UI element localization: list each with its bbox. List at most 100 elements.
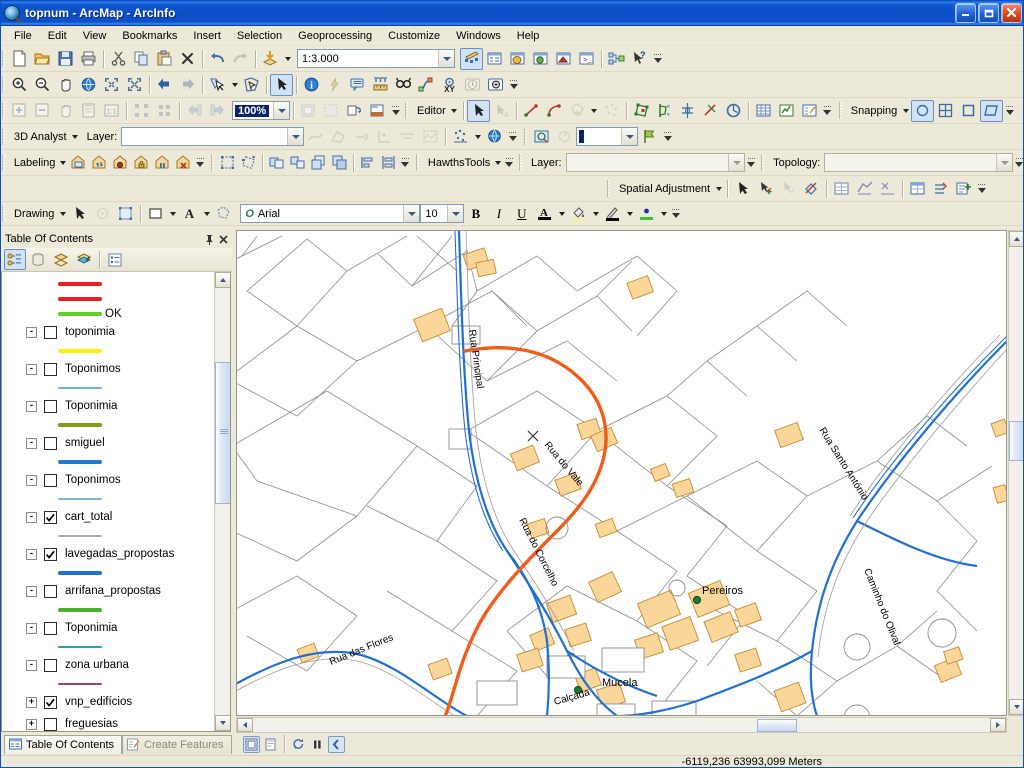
toolbar-grip[interactable] (416, 154, 419, 171)
map-scroll-thumb[interactable] (1009, 421, 1024, 461)
create-features-window-icon[interactable] (798, 100, 821, 122)
collapse-icon[interactable]: - (26, 585, 37, 597)
toolbar-overflow-icon[interactable] (652, 48, 663, 70)
toc-layer-row[interactable]: - smiguel (2, 432, 214, 454)
zoom-whole-page-icon[interactable] (77, 100, 100, 122)
toolbar-overflow-icon[interactable] (822, 100, 833, 122)
go-back-extent-icon[interactable] (153, 74, 176, 96)
zoom-in-icon[interactable] (8, 74, 31, 96)
toc-symbol-row[interactable] (2, 528, 214, 543)
view-unplaced-labels-icon[interactable] (173, 152, 194, 174)
identify-icon[interactable]: i (300, 74, 323, 96)
select-features-dropdown-icon[interactable] (229, 74, 240, 96)
toc-layer-row[interactable]: - toponimia (2, 321, 214, 343)
toolbar-overflow-icon[interactable] (670, 203, 681, 225)
layer-symbol-swatch[interactable] (58, 570, 102, 575)
minimize-button[interactable] (955, 2, 976, 23)
toc-options-icon[interactable] (104, 249, 126, 270)
layer-visibility-checkbox[interactable] (44, 717, 57, 731)
adjust-icon[interactable] (929, 178, 952, 200)
layer-symbol-swatch[interactable] (58, 422, 102, 427)
toc-vertical-scrollbar[interactable] (214, 272, 230, 731)
catalog-window-icon[interactable] (506, 48, 529, 70)
select-all-elements-icon[interactable] (217, 152, 238, 174)
close-button[interactable] (1001, 2, 1022, 23)
toc-symbol-row[interactable] (2, 491, 214, 506)
analyst3d-menu-dropdown-icon[interactable] (70, 126, 81, 148)
toggle-draft-mode-icon[interactable] (297, 100, 320, 122)
layer-symbol-swatch[interactable] (58, 386, 102, 389)
toolbar-grip[interactable] (211, 154, 215, 171)
font-color-icon[interactable]: A (533, 203, 556, 225)
collapse-icon[interactable]: - (26, 622, 37, 634)
menu-insert[interactable]: Insert (185, 28, 229, 44)
pause-labeling-icon[interactable] (152, 152, 173, 174)
arctoolbox-icon[interactable] (552, 48, 575, 70)
toolbar-overflow-icon[interactable] (662, 126, 673, 148)
rotate-draw-icon[interactable] (91, 203, 114, 225)
edit-tool-icon[interactable] (466, 99, 490, 122)
map-scroll-right-button[interactable] (990, 718, 1006, 732)
zoom-in-page-icon[interactable] (8, 100, 31, 122)
zoom-to-100-icon[interactable]: 1:1 (100, 100, 123, 122)
new-displacement-link-icon[interactable] (754, 178, 777, 200)
hawthstools-menu-dropdown-icon[interactable] (493, 152, 503, 174)
sketch-summary-icon[interactable] (775, 100, 798, 122)
layer-visibility-checkbox[interactable] (44, 658, 57, 672)
select-elements-sa-icon[interactable] (731, 178, 754, 200)
create-viewer-window-icon[interactable] (484, 74, 507, 96)
layer-visibility-checkbox[interactable] (44, 547, 57, 561)
print-icon[interactable] (77, 48, 100, 70)
layer-symbol-swatch[interactable] (58, 281, 102, 286)
label-priority-icon[interactable] (89, 152, 110, 174)
new-document-icon[interactable] (8, 48, 31, 70)
toolbar-grip[interactable] (2, 102, 5, 119)
multiple-links-icon[interactable] (876, 178, 899, 200)
snapping-menu-dropdown-icon[interactable] (900, 100, 911, 122)
attribute-transfer-icon[interactable] (853, 178, 876, 200)
data-view-icon[interactable] (262, 736, 279, 753)
bring-to-front-icon[interactable] (308, 152, 329, 174)
arcscene-icon[interactable] (483, 126, 506, 148)
straight-segment-icon[interactable] (520, 100, 543, 122)
toolbar-grip[interactable] (405, 102, 408, 119)
surface-analysis-icon[interactable] (419, 126, 442, 148)
collapse-icon[interactable]: - (26, 326, 37, 338)
new-text-icon[interactable]: A (178, 203, 201, 225)
cut-icon[interactable] (107, 48, 130, 70)
group-icon[interactable] (266, 152, 287, 174)
map-scroll-up-button[interactable] (1009, 231, 1024, 247)
list-by-visibility-icon[interactable] (50, 249, 72, 270)
vertex-snapping-icon[interactable] (934, 100, 957, 122)
layer-symbol-swatch[interactable] (58, 296, 102, 301)
toolbar-grip[interactable] (2, 154, 5, 171)
toc-symbol-row[interactable] (2, 602, 214, 617)
toc-symbol-row[interactable] (2, 565, 214, 580)
toolbar-overflow-icon[interactable] (1004, 100, 1015, 122)
attributes-icon[interactable] (699, 100, 722, 122)
page-layout-view-icon[interactable] (242, 735, 260, 753)
restore-button[interactable] (978, 2, 999, 23)
sketch-properties-icon[interactable] (722, 100, 745, 122)
edit-vertices-icon[interactable] (114, 203, 137, 225)
menu-windows[interactable]: Windows (448, 28, 509, 44)
drawing-menu-dropdown-icon[interactable] (57, 203, 68, 225)
toolbar-overflow-icon[interactable] (508, 74, 519, 96)
select-elements-draw-icon[interactable] (68, 203, 91, 225)
toolbar-grip[interactable] (524, 128, 528, 145)
toolbar-grip[interactable] (519, 154, 522, 171)
layer-symbol-swatch[interactable] (58, 497, 102, 500)
split-tool-icon[interactable] (630, 100, 653, 122)
toc-symbol-row[interactable]: OK (2, 306, 214, 321)
select-features-icon[interactable] (206, 74, 229, 96)
change-layout-icon[interactable] (343, 100, 366, 122)
toc-layer-row[interactable]: + freguesias (2, 713, 214, 731)
map-scroll-down-button[interactable] (1009, 699, 1024, 715)
collapse-icon[interactable]: - (26, 511, 37, 523)
labeling-menu-label[interactable]: Labeling (8, 157, 59, 169)
scatter-3d-icon[interactable] (449, 126, 472, 148)
whats-this-help-icon[interactable]: ? (628, 48, 651, 70)
open-icon[interactable] (31, 48, 54, 70)
line-color-icon[interactable] (601, 203, 624, 225)
toolbar-grip[interactable] (607, 180, 610, 197)
